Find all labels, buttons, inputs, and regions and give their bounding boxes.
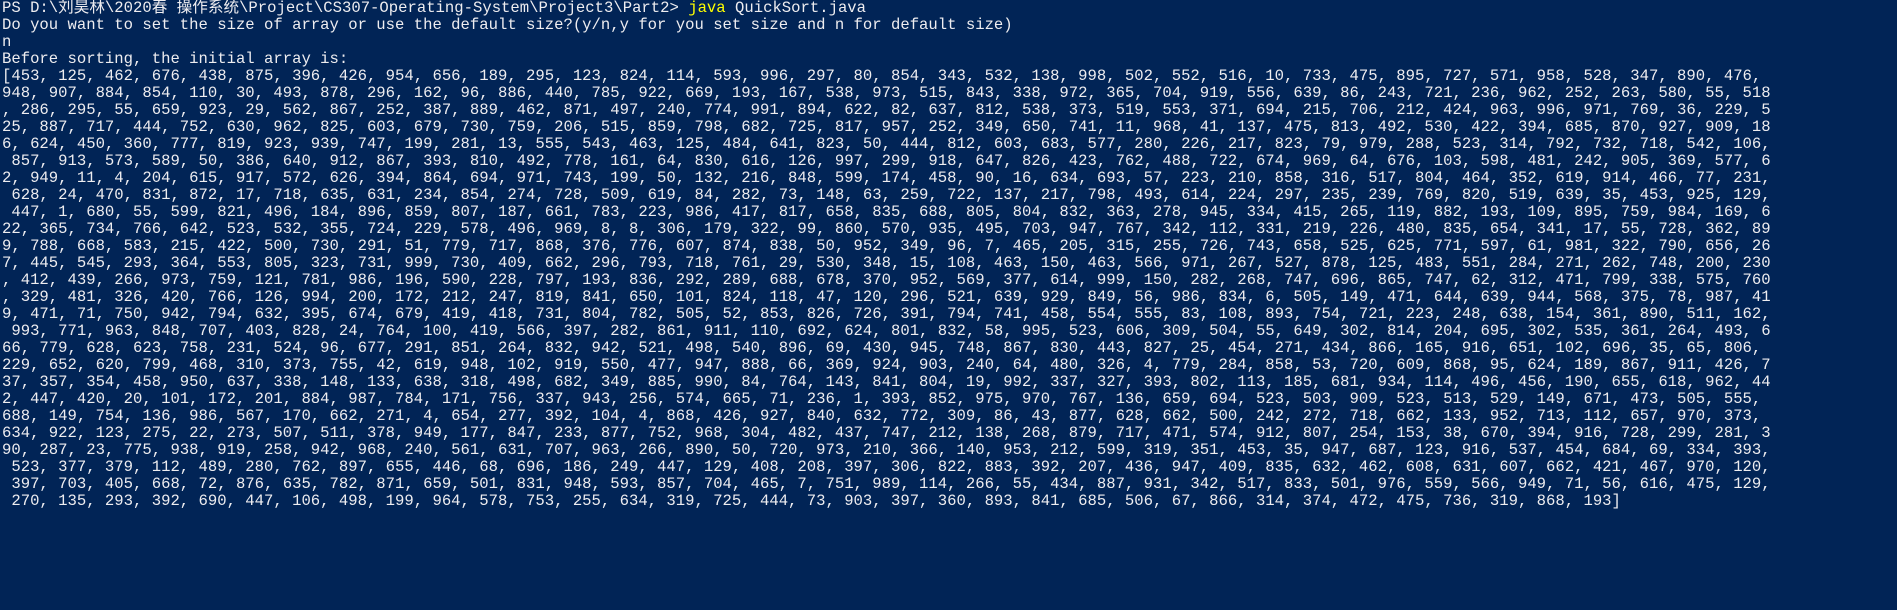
array-line: 857, 913, 573, 589, 50, 386, 640, 912, 8… — [2, 152, 1771, 170]
array-line: 2, 949, 11, 4, 204, 615, 917, 572, 626, … — [2, 169, 1771, 187]
command-name: java — [688, 0, 726, 17]
array-line: 688, 149, 754, 136, 986, 567, 170, 662, … — [2, 407, 1762, 425]
array-line: 2, 447, 420, 20, 101, 172, 201, 884, 987… — [2, 390, 1762, 408]
array-line: 628, 24, 470, 831, 872, 17, 718, 635, 63… — [2, 186, 1771, 204]
array-line: 90, 287, 23, 775, 938, 919, 258, 942, 96… — [2, 441, 1771, 459]
array-line: 9, 788, 668, 583, 215, 422, 500, 730, 29… — [2, 237, 1771, 255]
array-line: , 329, 481, 326, 420, 766, 126, 994, 200… — [2, 288, 1771, 306]
before-sorting-label: Before sorting, the initial array is: — [2, 50, 349, 68]
array-line: , 412, 439, 266, 973, 759, 121, 781, 986… — [2, 271, 1771, 289]
array-line: 66, 779, 628, 623, 758, 231, 524, 96, 67… — [2, 339, 1762, 357]
array-line: 22, 365, 734, 766, 642, 523, 532, 355, 7… — [2, 220, 1771, 238]
array-line: 523, 377, 379, 112, 489, 280, 762, 897, … — [2, 458, 1771, 476]
array-line: 447, 1, 680, 55, 599, 821, 496, 184, 896… — [2, 203, 1771, 221]
array-line: 948, 907, 884, 854, 110, 30, 493, 878, 2… — [2, 84, 1771, 102]
array-line: 7, 445, 545, 293, 364, 553, 805, 323, 73… — [2, 254, 1771, 272]
array-line: 634, 922, 123, 275, 22, 273, 507, 511, 3… — [2, 424, 1771, 442]
user-answer: n — [2, 33, 12, 51]
array-line: 270, 135, 293, 392, 690, 447, 106, 498, … — [2, 492, 1621, 510]
array-line: [453, 125, 462, 676, 438, 875, 396, 426,… — [2, 67, 1762, 85]
array-line: 25, 887, 717, 444, 752, 630, 962, 825, 6… — [2, 118, 1771, 136]
powershell-console[interactable]: PS D:\刘昊林\2020春 操作系统\Project\CS307-Opera… — [0, 0, 1897, 610]
array-line: 37, 357, 354, 458, 950, 637, 338, 148, 1… — [2, 373, 1771, 391]
prompt-path: PS D:\刘昊林\2020春 操作系统\Project\CS307-Opera… — [2, 0, 689, 17]
array-line: , 286, 295, 55, 659, 923, 29, 562, 867, … — [2, 101, 1771, 119]
command-argument: QuickSort.java — [725, 0, 867, 17]
array-line: 229, 652, 620, 799, 468, 310, 373, 755, … — [2, 356, 1771, 374]
array-line: 397, 703, 405, 668, 72, 876, 635, 782, 8… — [2, 475, 1771, 493]
array-line: 9, 471, 71, 750, 942, 794, 632, 395, 674… — [2, 305, 1771, 323]
size-question: Do you want to set the size of array or … — [2, 16, 1013, 34]
array-line: 6, 624, 450, 360, 777, 819, 923, 939, 74… — [2, 135, 1771, 153]
array-line: 993, 771, 963, 848, 707, 403, 828, 24, 7… — [2, 322, 1771, 340]
prompt-line: PS D:\刘昊林\2020春 操作系统\Project\CS307-Opera… — [2, 0, 866, 17]
